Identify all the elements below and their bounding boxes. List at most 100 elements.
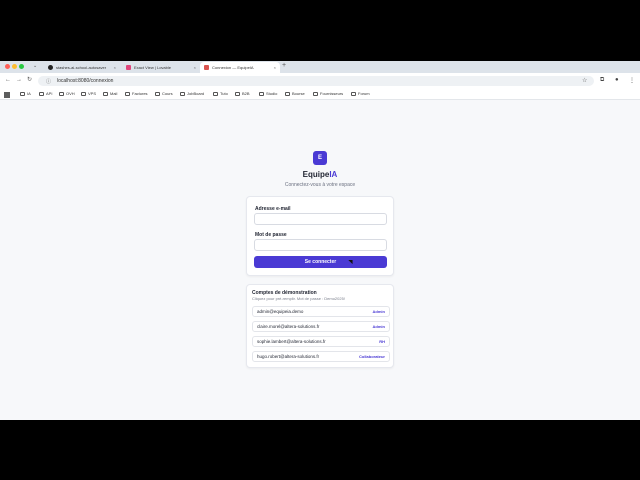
demo-account-item[interactable]: admin@equipeia.demo Admin — [252, 306, 390, 317]
folder-icon — [213, 91, 218, 96]
reload-icon[interactable]: ↻ — [27, 76, 32, 83]
demo-account-email: hugo.robert@altera-solutions.fr — [257, 354, 320, 359]
folder-icon — [103, 91, 108, 96]
bookmark-folder[interactable]: OVH — [59, 91, 75, 96]
site-info-icon[interactable]: ⓘ — [46, 78, 51, 85]
demo-account-email: sophie.lambert@altera-solutions.fr — [257, 339, 326, 344]
folder-icon — [285, 91, 290, 96]
back-icon[interactable]: ← — [5, 77, 11, 83]
app-name: EquipeIA — [0, 170, 640, 179]
tab-github[interactable]: stashes-ai-school-autosaver × — [44, 62, 120, 73]
bookmark-label: Forum — [358, 91, 370, 96]
login-form: Adresse e-mail Mot de passe Se connecter — [246, 196, 394, 276]
close-window-button[interactable] — [5, 64, 10, 69]
forward-icon[interactable]: → — [16, 77, 22, 83]
demo-account-role: Admin — [372, 309, 385, 314]
bookmark-label: Fournisseurs — [320, 91, 344, 96]
bookmark-label: Mail — [110, 91, 118, 96]
folder-icon — [351, 91, 356, 96]
bookmark-folder[interactable]: Bourse — [285, 91, 305, 96]
minimize-window-button[interactable] — [12, 64, 17, 69]
bookmark-folder[interactable]: Studio — [259, 91, 277, 96]
maximize-window-button[interactable] — [19, 64, 24, 69]
url-text: localhost:8080/connexion — [57, 78, 114, 84]
bookmark-label: Factures — [132, 91, 148, 96]
login-button[interactable]: Se connecter — [254, 256, 387, 268]
bookmark-folder[interactable]: API — [39, 91, 52, 96]
tab-connexion[interactable]: Connexion — EquipeIA × — [200, 62, 280, 73]
address-bar[interactable]: ⓘ localhost:8080/connexion — [38, 76, 594, 86]
bookmark-folder[interactable]: B2B — [235, 91, 250, 96]
tab-search-icon[interactable]: ⌄ — [33, 63, 37, 69]
close-tab-icon[interactable]: × — [194, 65, 196, 70]
menu-icon[interactable]: ⋮ — [629, 77, 635, 84]
demo-account-item[interactable]: claire.morel@altera-solutions.fr Admin — [252, 321, 390, 332]
bookmark-folder[interactable]: IA — [20, 91, 31, 96]
tab-label: Exact View | Lovable — [134, 65, 171, 70]
demo-account-item[interactable]: sophie.lambert@altera-solutions.fr RH — [252, 336, 390, 347]
demo-account-email: claire.morel@altera-solutions.fr — [257, 324, 320, 329]
close-tab-icon[interactable]: × — [274, 65, 276, 70]
folder-icon — [313, 91, 318, 96]
browser-window: ⌄ stashes-ai-school-autosaver × Exact Vi… — [0, 61, 640, 420]
demo-accounts-card: Comptes de démonstration Cliquez pour pr… — [246, 284, 394, 368]
bookmark-folder[interactable]: Tuto — [213, 91, 228, 96]
folder-icon — [59, 91, 64, 96]
bookmark-label: Studio — [266, 91, 278, 96]
bookmark-label: B2B — [242, 91, 250, 96]
bookmark-label: Tuto — [220, 91, 228, 96]
bookmark-label: VPS — [88, 91, 97, 96]
github-icon — [48, 65, 53, 70]
folder-icon — [180, 91, 185, 96]
bookmark-folder[interactable]: Fournisseurs — [313, 91, 343, 96]
page-favicon-icon — [204, 65, 209, 70]
bookmark-folder[interactable]: Cours — [155, 91, 173, 96]
bookmark-label: API — [46, 91, 53, 96]
folder-icon — [39, 91, 44, 96]
folder-icon — [259, 91, 264, 96]
extensions-icon[interactable]: ⧉ — [600, 77, 604, 84]
login-page: E EquipeIA Connectez-vous à votre espace… — [0, 100, 640, 420]
folder-icon — [125, 91, 130, 96]
demo-accounts-hint: Cliquez pour pré-remplir. Mot de passe :… — [252, 296, 345, 301]
bookmark-folder[interactable]: Mail — [103, 91, 117, 96]
app-logo: E — [313, 151, 327, 165]
demo-account-role: Collaborateur — [358, 354, 385, 359]
lovable-icon — [126, 65, 131, 70]
bookmark-folder[interactable]: Factures — [125, 91, 148, 96]
bookmark-label: JobBoard — [187, 91, 205, 96]
demo-account-role: Admin — [372, 324, 385, 329]
demo-account-item[interactable]: hugo.robert@altera-solutions.fr Collabor… — [252, 351, 390, 362]
tab-label: Connexion — EquipeIA — [212, 65, 254, 70]
bookmark-label: IA — [27, 91, 31, 96]
folder-icon — [155, 91, 160, 96]
bookmark-star-icon[interactable]: ☆ — [582, 77, 587, 84]
bookmarks-bar: IA API OVH VPS Mail Factures Cours JobBo… — [0, 89, 640, 100]
tab-label: stashes-ai-school-autosaver — [56, 65, 107, 70]
password-label: Mot de passe — [255, 232, 287, 238]
page-subtitle: Connectez-vous à votre espace — [284, 182, 356, 188]
bookmark-folder[interactable]: Forum — [351, 91, 370, 96]
demo-account-role: RH — [379, 339, 385, 344]
bookmark-label: Cours — [162, 91, 173, 96]
folder-icon — [20, 91, 25, 96]
folder-icon — [235, 91, 240, 96]
bookmark-folder[interactable]: VPS — [81, 91, 96, 96]
email-label: Adresse e-mail — [255, 206, 291, 212]
new-tab-button[interactable]: + — [282, 62, 286, 69]
password-field[interactable] — [254, 239, 387, 251]
bookmark-label: Bourse — [292, 91, 305, 96]
tab-strip: ⌄ stashes-ai-school-autosaver × Exact Vi… — [0, 61, 640, 73]
folder-icon — [81, 91, 86, 96]
email-field[interactable] — [254, 213, 387, 225]
profile-icon[interactable]: ● — [615, 77, 619, 83]
brand-name-main: Equipe — [302, 170, 330, 179]
browser-toolbar: ← → ↻ ⓘ localhost:8080/connexion ☆ ⧉ ● ⋮ — [0, 73, 640, 89]
bookmark-label: OVH — [66, 91, 75, 96]
close-tab-icon[interactable]: × — [114, 65, 116, 70]
brand-name-accent: IA — [329, 170, 338, 179]
apps-grid-icon[interactable] — [4, 92, 10, 98]
demo-account-email: admin@equipeia.demo — [257, 309, 304, 314]
bookmark-folder[interactable]: JobBoard — [180, 91, 204, 96]
tab-lovable[interactable]: Exact View | Lovable × — [122, 62, 200, 73]
